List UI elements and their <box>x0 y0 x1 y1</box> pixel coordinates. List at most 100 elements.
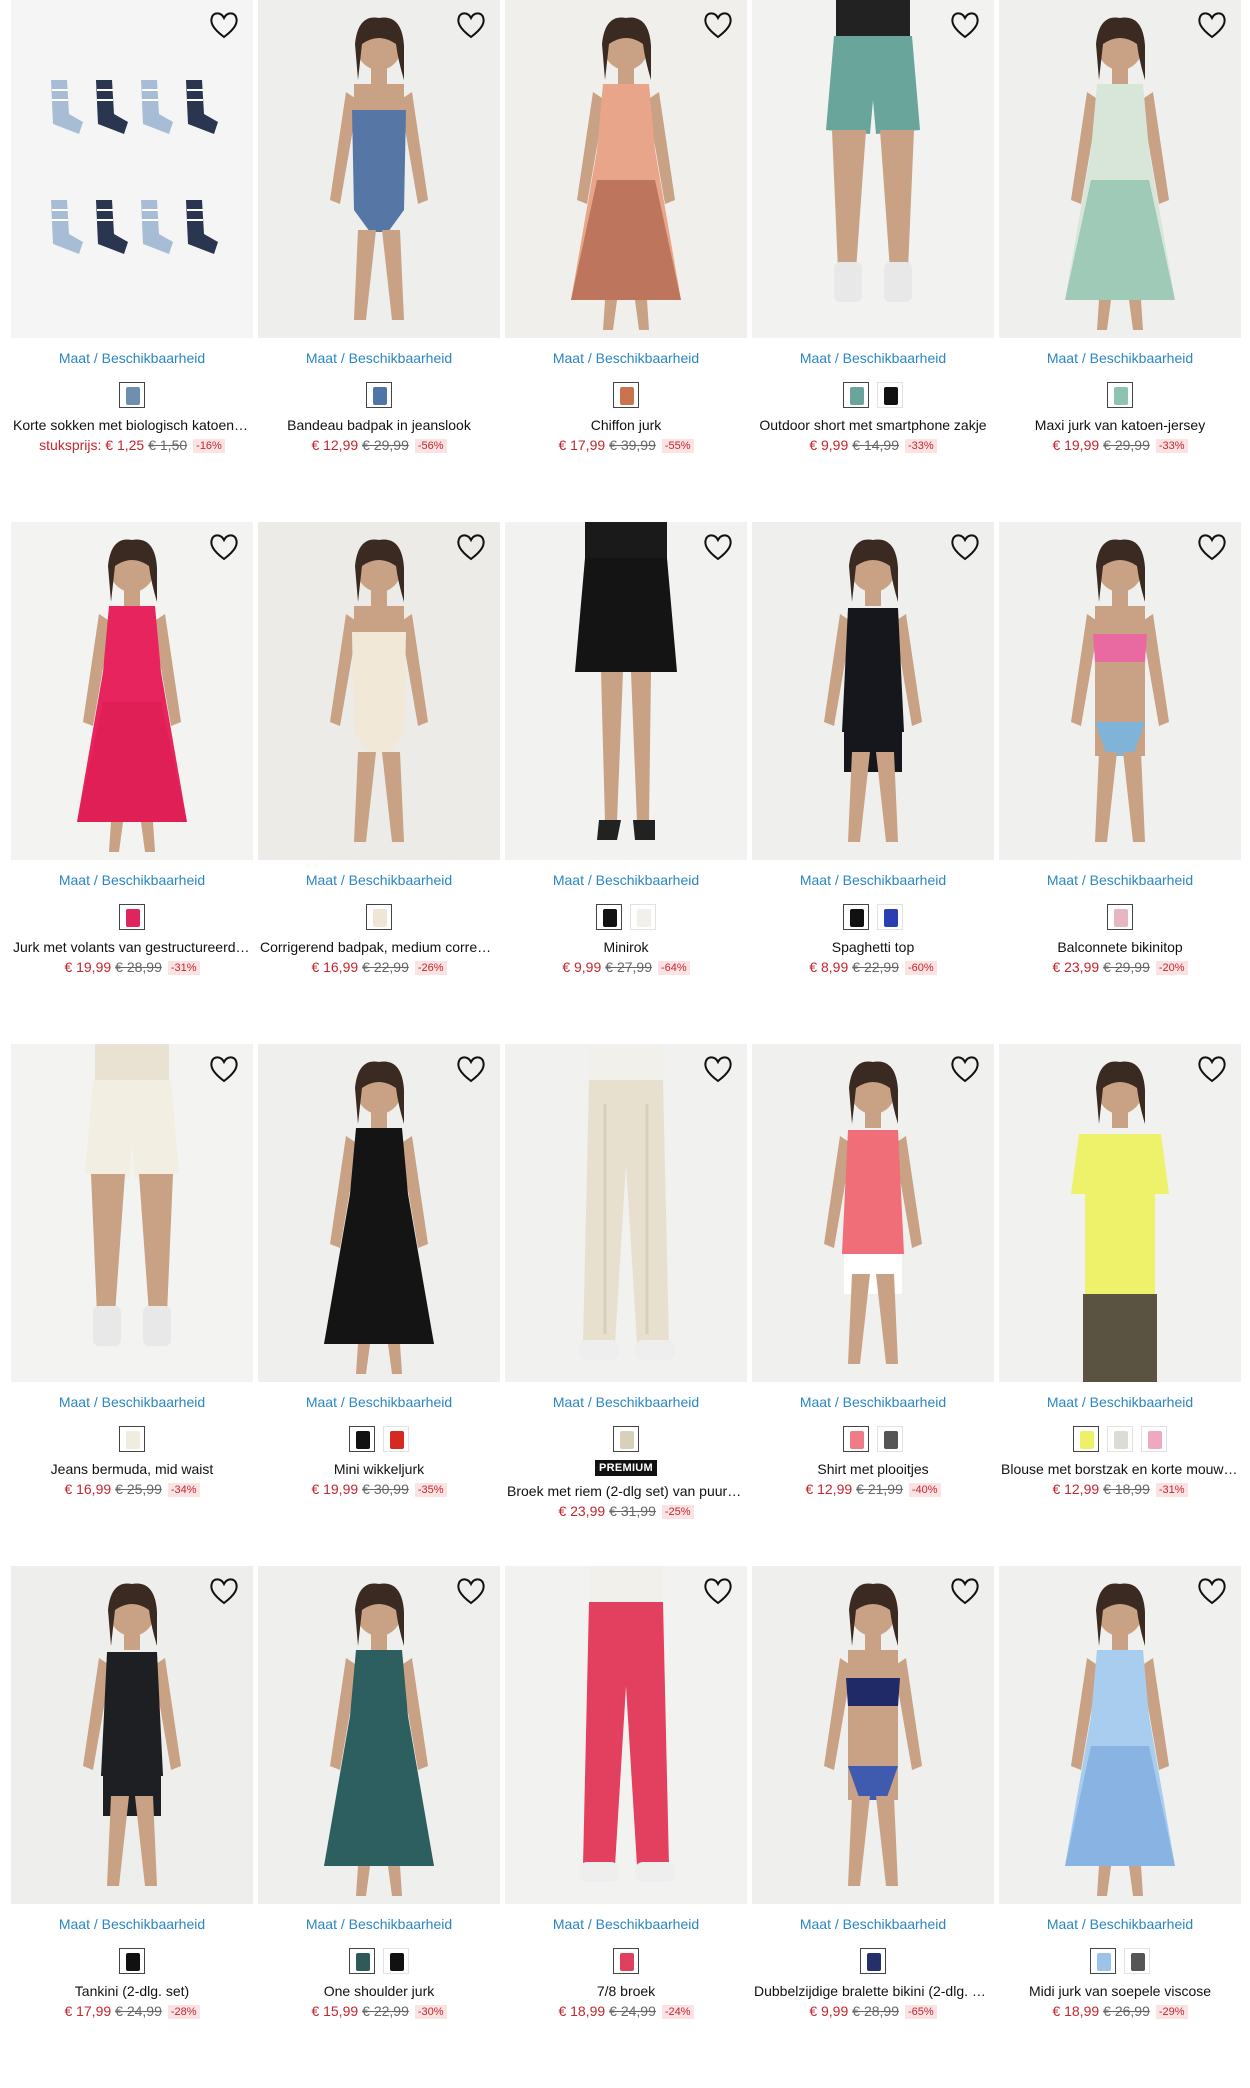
color-swatch[interactable] <box>1090 1948 1116 1974</box>
wishlist-heart-icon[interactable] <box>455 532 487 562</box>
wishlist-heart-icon[interactable] <box>1196 10 1228 40</box>
product-image[interactable] <box>11 1044 253 1382</box>
wishlist-heart-icon[interactable] <box>1196 1054 1228 1084</box>
product-image[interactable] <box>752 0 994 338</box>
wishlist-heart-icon[interactable] <box>949 10 981 40</box>
product-card[interactable]: Maat / Beschikbaarheid Bandeau badpak in … <box>258 0 500 522</box>
product-name[interactable]: Outdoor short met smartphone zakje <box>752 416 994 434</box>
product-image[interactable] <box>999 1566 1241 1904</box>
product-card[interactable]: Maat / Beschikbaarheid Maxi jurk van kato… <box>999 0 1241 522</box>
product-name[interactable]: Chiffon jurk <box>505 416 747 434</box>
color-swatch[interactable] <box>1107 382 1133 408</box>
wishlist-heart-icon[interactable] <box>208 10 240 40</box>
wishlist-heart-icon[interactable] <box>1196 532 1228 562</box>
color-swatch[interactable] <box>383 1948 409 1974</box>
size-availability-link[interactable]: Maat / Beschikbaarheid <box>11 1394 253 1410</box>
color-swatch[interactable] <box>1107 1426 1133 1452</box>
color-swatch[interactable] <box>119 382 145 408</box>
size-availability-link[interactable]: Maat / Beschikbaarheid <box>11 350 253 366</box>
color-swatch[interactable] <box>119 904 145 930</box>
wishlist-heart-icon[interactable] <box>702 1054 734 1084</box>
product-card[interactable]: Maat / Beschikbaarheid Dubbelzijdige bral… <box>752 1566 994 2088</box>
color-swatch[interactable] <box>843 904 869 930</box>
product-card[interactable]: Maat / Beschikbaarheid Balconnete bikinit… <box>999 522 1241 1044</box>
product-name[interactable]: One shoulder jurk <box>258 1982 500 2000</box>
product-image[interactable] <box>258 522 500 860</box>
product-image[interactable] <box>11 0 253 338</box>
product-image[interactable] <box>999 522 1241 860</box>
size-availability-link[interactable]: Maat / Beschikbaarheid <box>505 872 747 888</box>
wishlist-heart-icon[interactable] <box>702 10 734 40</box>
product-name[interactable]: Corrigerend badpak, medium correctie <box>258 938 500 956</box>
wishlist-heart-icon[interactable] <box>208 1054 240 1084</box>
product-name[interactable]: 7/8 broek <box>505 1982 747 2000</box>
product-card[interactable]: Maat / Beschikbaarheid Corrigerend badpak… <box>258 522 500 1044</box>
product-card[interactable]: Maat / Beschikbaarheid One shoulder jurk €… <box>258 1566 500 2088</box>
size-availability-link[interactable]: Maat / Beschikbaarheid <box>11 872 253 888</box>
size-availability-link[interactable]: Maat / Beschikbaarheid <box>999 1916 1241 1932</box>
product-card[interactable]: Maat / Beschikbaarheid Blouse met borstza… <box>999 1044 1241 1566</box>
product-image[interactable] <box>505 1566 747 1904</box>
color-swatch[interactable] <box>383 1426 409 1452</box>
color-swatch[interactable] <box>877 382 903 408</box>
color-swatch[interactable] <box>596 904 622 930</box>
product-image[interactable] <box>752 1044 994 1382</box>
product-card[interactable]: Maat / Beschikbaarheid Spaghetti top € 8,9… <box>752 522 994 1044</box>
product-name[interactable]: Balconnete bikinitop <box>999 938 1241 956</box>
color-swatch[interactable] <box>1124 1948 1150 1974</box>
color-swatch[interactable] <box>613 1948 639 1974</box>
size-availability-link[interactable]: Maat / Beschikbaarheid <box>258 350 500 366</box>
color-swatch[interactable] <box>613 1426 639 1452</box>
product-name[interactable]: Spaghetti top <box>752 938 994 956</box>
color-swatch[interactable] <box>119 1948 145 1974</box>
product-name[interactable]: Shirt met plooitjes <box>752 1460 994 1478</box>
size-availability-link[interactable]: Maat / Beschikbaarheid <box>752 350 994 366</box>
size-availability-link[interactable]: Maat / Beschikbaarheid <box>258 872 500 888</box>
product-name[interactable]: Bandeau badpak in jeanslook <box>258 416 500 434</box>
product-name[interactable]: Minirok <box>505 938 747 956</box>
size-availability-link[interactable]: Maat / Beschikbaarheid <box>11 1916 253 1932</box>
wishlist-heart-icon[interactable] <box>455 1576 487 1606</box>
wishlist-heart-icon[interactable] <box>949 1576 981 1606</box>
product-card[interactable]: Maat / Beschikbaarheid Outdoor short met … <box>752 0 994 522</box>
color-swatch[interactable] <box>860 1948 886 1974</box>
size-availability-link[interactable]: Maat / Beschikbaarheid <box>999 350 1241 366</box>
color-swatch[interactable] <box>1107 904 1133 930</box>
product-image[interactable] <box>505 522 747 860</box>
size-availability-link[interactable]: Maat / Beschikbaarheid <box>505 350 747 366</box>
product-card[interactable]: Maat / Beschikbaarheid Shirt met plooitje… <box>752 1044 994 1566</box>
wishlist-heart-icon[interactable] <box>702 532 734 562</box>
color-swatch[interactable] <box>877 904 903 930</box>
wishlist-heart-icon[interactable] <box>208 1576 240 1606</box>
product-name[interactable]: Maxi jurk van katoen-jersey <box>999 416 1241 434</box>
color-swatch[interactable] <box>613 382 639 408</box>
size-availability-link[interactable]: Maat / Beschikbaarheid <box>505 1394 747 1410</box>
product-name[interactable]: Korte sokken met biologisch katoen (8-pa… <box>11 416 253 434</box>
wishlist-heart-icon[interactable] <box>455 1054 487 1084</box>
size-availability-link[interactable]: Maat / Beschikbaarheid <box>258 1394 500 1410</box>
product-card[interactable]: Maat / Beschikbaarheid Chiffon jurk € 17,9… <box>505 0 747 522</box>
product-image[interactable] <box>258 0 500 338</box>
color-swatch[interactable] <box>1141 1426 1167 1452</box>
color-swatch[interactable] <box>349 1948 375 1974</box>
product-image[interactable] <box>11 1566 253 1904</box>
product-name[interactable]: Midi jurk van soepele viscose <box>999 1982 1241 2000</box>
product-card[interactable]: Maat / Beschikbaarheid Jurk met volants v… <box>11 522 253 1044</box>
product-card[interactable]: Maat / Beschikbaarheid 7/8 broek € 18,99 € … <box>505 1566 747 2088</box>
product-name[interactable]: Tankini (2-dlg. set) <box>11 1982 253 2000</box>
product-name[interactable]: Mini wikkeljurk <box>258 1460 500 1478</box>
color-swatch[interactable] <box>843 1426 869 1452</box>
product-card[interactable]: Maat / Beschikbaarheid PREMIUM Broek met r… <box>505 1044 747 1566</box>
product-image[interactable] <box>505 1044 747 1382</box>
product-image[interactable] <box>999 1044 1241 1382</box>
size-availability-link[interactable]: Maat / Beschikbaarheid <box>258 1916 500 1932</box>
product-image[interactable] <box>258 1566 500 1904</box>
size-availability-link[interactable]: Maat / Beschikbaarheid <box>752 1916 994 1932</box>
product-name[interactable]: Broek met riem (2-dlg set) van puur linn… <box>505 1482 747 1500</box>
wishlist-heart-icon[interactable] <box>949 532 981 562</box>
color-swatch[interactable] <box>366 904 392 930</box>
wishlist-heart-icon[interactable] <box>702 1576 734 1606</box>
product-image[interactable] <box>999 0 1241 338</box>
color-swatch[interactable] <box>1073 1426 1099 1452</box>
product-card[interactable]: Maat / Beschikbaarheid Jeans bermuda, mid… <box>11 1044 253 1566</box>
